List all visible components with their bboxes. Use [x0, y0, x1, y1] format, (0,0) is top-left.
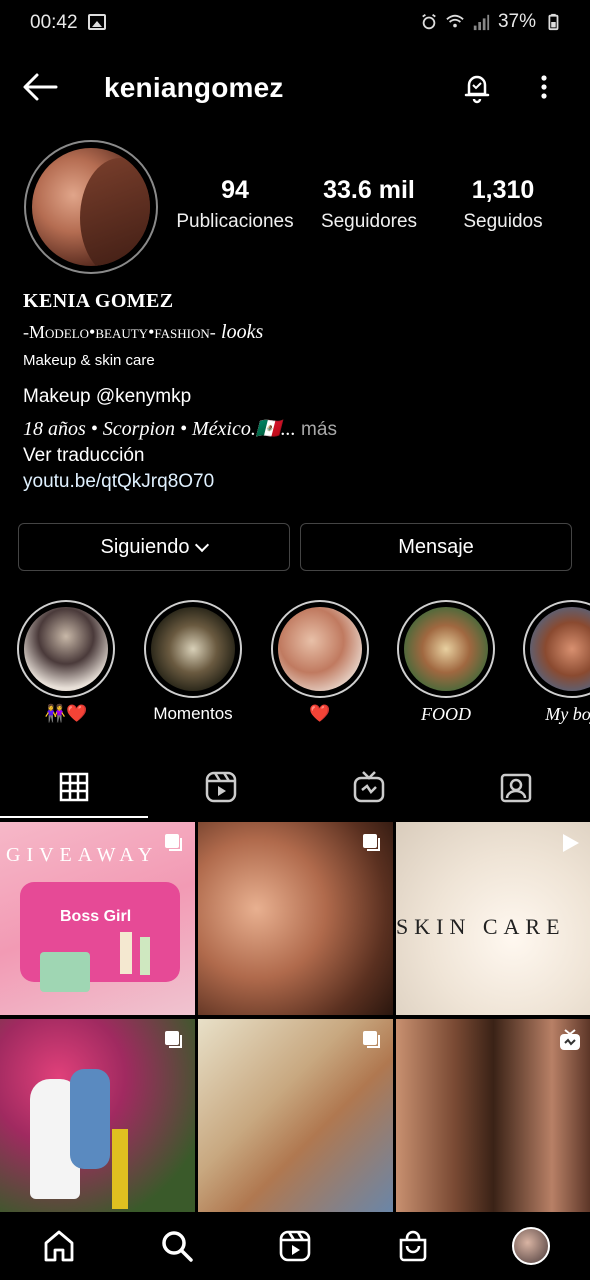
signal-icon [473, 14, 490, 31]
notification-bell-icon[interactable] [460, 70, 494, 104]
more-options-icon[interactable] [532, 72, 556, 102]
highlight-cover [151, 607, 235, 691]
chevron-down-icon [195, 537, 210, 552]
active-tab-indicator [0, 816, 148, 818]
message-button-label: Mensaje [398, 535, 474, 558]
message-button[interactable]: Mensaje [300, 523, 572, 571]
nav-reels[interactable] [275, 1226, 315, 1266]
search-icon [162, 1231, 193, 1262]
post-thumbnail[interactable] [396, 1019, 590, 1212]
highlight-label: Momentos [153, 704, 233, 723]
bio-url-link[interactable]: youtu.be/qtQkJrq8O70 [23, 469, 573, 495]
post-thumbnail[interactable]: GIVEAWAY Boss Girl [0, 822, 195, 1015]
highlight-cover [404, 607, 488, 691]
highlight-cover [278, 607, 362, 691]
bio-more-link[interactable]: más [301, 419, 337, 440]
carousel-icon [363, 1031, 380, 1048]
highlight-cover [24, 607, 108, 691]
post-thumbnail[interactable] [198, 822, 393, 1015]
battery-icon [548, 13, 559, 31]
header-username: keniangomez [104, 72, 284, 103]
bio-line-2: Makeup & skin care [23, 352, 155, 369]
back-arrow-icon[interactable] [22, 72, 58, 102]
carousel-icon [165, 834, 182, 851]
stat-following[interactable]: 1,310 Seguidos [436, 176, 570, 233]
highlight-label: FOOD [421, 704, 471, 724]
status-time: 00:42 [30, 12, 78, 33]
nav-shop[interactable] [393, 1226, 433, 1266]
highlight-item[interactable]: ❤️ [270, 600, 370, 724]
stat-followers-value: 33.6 mil [323, 176, 415, 204]
shop-bag-icon [399, 1230, 427, 1262]
profile-avatar[interactable] [24, 140, 158, 274]
tab-reels[interactable] [148, 756, 296, 818]
carousel-icon [363, 834, 380, 851]
nav-profile[interactable] [511, 1226, 551, 1266]
wifi-icon [446, 14, 464, 28]
following-button-label: Siguiendo [100, 535, 190, 558]
stat-posts[interactable]: 94 Publicaciones [168, 176, 302, 233]
stat-followers[interactable]: 33.6 mil Seguidores [302, 176, 436, 233]
post-thumbnail[interactable] [198, 1019, 393, 1212]
video-play-icon [563, 834, 579, 852]
profile-avatar-icon [512, 1227, 550, 1265]
post-thumbnail[interactable] [0, 1019, 195, 1212]
highlight-item[interactable]: 👭❤️ [16, 600, 116, 724]
bio-line-1: -Modelo•beauty•fashion- [23, 322, 216, 342]
carousel-icon [165, 1031, 182, 1048]
home-icon [44, 1230, 74, 1262]
highlight-item[interactable]: My boy [522, 600, 590, 725]
highlight-label: My boy [545, 704, 590, 724]
post-subtext: Boss Girl [60, 908, 132, 925]
post-text: SKIN CARE [396, 914, 566, 939]
alarm-icon [422, 14, 436, 30]
nav-home[interactable] [39, 1226, 79, 1266]
bottom-navigation [0, 1212, 590, 1280]
battery-percent: 37% [497, 11, 536, 32]
stat-followers-label: Seguidores [320, 211, 418, 232]
stat-posts-label: Publicaciones [176, 211, 294, 232]
stat-following-value: 1,310 [471, 176, 535, 204]
grid-icon [59, 772, 88, 802]
profile-header: keniangomez [0, 60, 590, 116]
post-text: GIVEAWAY [6, 844, 159, 866]
highlight-cover [530, 607, 590, 691]
bio-line-1-italic: looks [221, 321, 264, 343]
profile-tabs [0, 756, 590, 818]
tab-posts-grid[interactable] [0, 756, 148, 818]
post-thumbnail[interactable]: SKIN CARE [396, 822, 590, 1015]
gallery-notification-icon [88, 14, 106, 30]
igtv-badge-icon [560, 1029, 580, 1050]
posts-grid: GIVEAWAY Boss Girl SKIN CARE [0, 822, 590, 1212]
following-button[interactable]: Siguiendo [18, 523, 290, 571]
tagged-icon [501, 773, 532, 803]
reels-icon [279, 1230, 311, 1262]
tab-igtv[interactable] [295, 756, 443, 818]
highlight-label: 👭❤️ [44, 704, 88, 723]
highlight-item[interactable]: FOOD [396, 600, 496, 725]
igtv-icon [353, 771, 384, 803]
reels-icon [206, 771, 237, 803]
highlight-item[interactable]: Momentos [143, 600, 243, 724]
profile-stats: 94 Publicaciones 33.6 mil Seguidores 1,3… [168, 176, 588, 233]
status-bar: 00:42 37% [0, 0, 590, 46]
bio-line-3: Makeup @kenymkp [23, 386, 192, 407]
stat-following-label: Seguidos [463, 211, 543, 232]
profile-name: KENIA GOMEZ [23, 290, 174, 312]
stat-posts-value: 94 [221, 176, 249, 204]
story-highlights: 👭❤️ Momentos ❤️ FOOD My boy [0, 600, 590, 730]
avatar-image [32, 148, 150, 266]
translate-link[interactable]: Ver traducción [23, 443, 573, 469]
tab-tagged[interactable] [443, 756, 590, 818]
profile-bio: KENIA GOMEZ -Modelo•beauty•fashion- look… [23, 290, 573, 495]
nav-search[interactable] [157, 1226, 197, 1266]
bio-line-4: 18 años • Scorpion • México.🇲🇽... [23, 418, 296, 440]
highlight-label: ❤️ [309, 704, 331, 723]
